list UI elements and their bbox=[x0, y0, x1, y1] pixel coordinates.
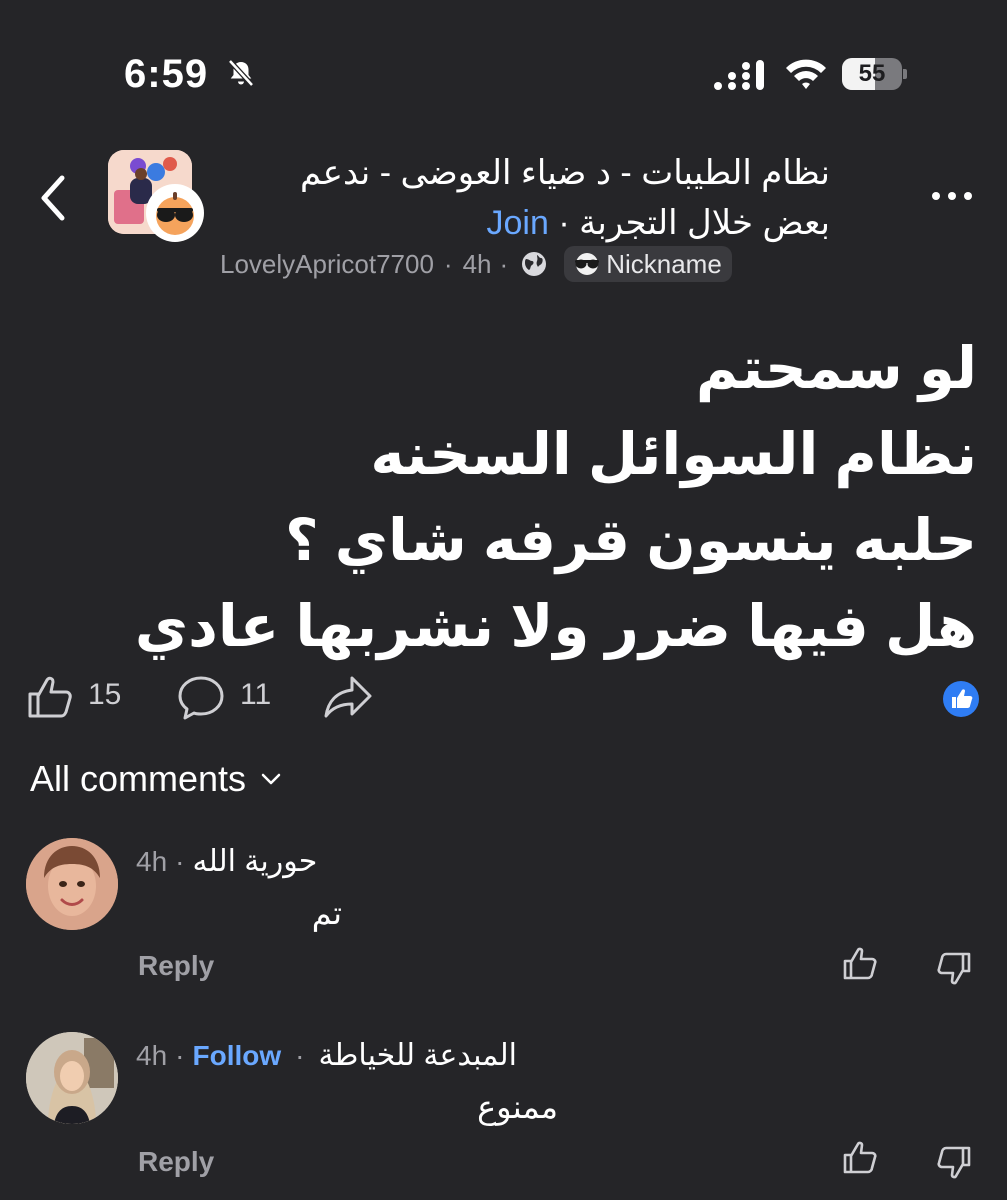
battery-level: 55 bbox=[858, 60, 886, 87]
avatar-image bbox=[26, 838, 118, 930]
comments-sort-label: All comments bbox=[30, 758, 247, 799]
comment-bubble-icon[interactable] bbox=[176, 674, 226, 722]
reply-button[interactable]: Reply bbox=[138, 1146, 214, 1178]
globe-icon bbox=[522, 252, 547, 276]
comment-time: 4h bbox=[136, 845, 168, 877]
separator-dot: · bbox=[175, 1039, 185, 1071]
nickname-chip[interactable]: Nickname bbox=[564, 246, 732, 282]
comment-author[interactable]: المبدعة للخياطة bbox=[318, 1038, 517, 1073]
post-body: لو سمحتم نظام السوائل السخنه حلبه ينسون … bbox=[37, 326, 977, 670]
post-meta: LovelyApricot7700 · 4h · Nickname bbox=[220, 246, 732, 282]
thumbs-down-icon[interactable] bbox=[934, 1144, 972, 1180]
bell-slash-icon bbox=[228, 59, 254, 87]
post-line: نظام السوائل السخنه bbox=[370, 422, 977, 487]
like-reaction-icon[interactable] bbox=[942, 680, 980, 718]
comment-count: 11 bbox=[240, 678, 272, 711]
separator-dot: · bbox=[175, 845, 185, 877]
nickname-label: Nickname bbox=[606, 248, 722, 279]
follow-button[interactable]: Follow bbox=[192, 1040, 281, 1072]
avatar-image bbox=[26, 1032, 118, 1124]
chevron-down-icon bbox=[261, 773, 281, 785]
separator-dot: · bbox=[443, 248, 453, 279]
battery-indicator: 55 bbox=[842, 58, 908, 90]
separator-dot: · bbox=[295, 1039, 305, 1071]
apricot-sunglasses-icon bbox=[149, 187, 201, 239]
join-button[interactable]: Join bbox=[487, 204, 549, 242]
post-line: حلبه ينسون قرفه شاي ؟ bbox=[285, 508, 977, 573]
reply-button[interactable]: Reply bbox=[138, 950, 214, 982]
post-time: 4h bbox=[462, 248, 492, 279]
thumbs-down-icon[interactable] bbox=[934, 950, 972, 986]
separator-dot: · bbox=[558, 204, 570, 242]
comment-text: تم bbox=[311, 895, 342, 931]
comment-time: 4h bbox=[136, 1039, 168, 1071]
avatar[interactable] bbox=[26, 838, 118, 930]
comments-sort-dropdown[interactable]: All comments bbox=[30, 758, 282, 800]
like-count: 15 bbox=[88, 678, 122, 711]
sunglasses-face-icon bbox=[575, 253, 600, 275]
wifi-icon bbox=[786, 59, 826, 89]
thumbs-up-icon[interactable] bbox=[842, 946, 880, 982]
thumbs-up-icon[interactable] bbox=[842, 1140, 880, 1176]
comment-meta: 4h · حورية الله bbox=[136, 844, 317, 879]
group-title[interactable]: نظام الطيبات - د ضياء العوضى - ندعم بعض … bbox=[210, 148, 830, 248]
post-line: هل فيها ضرر ولا نشربها عادي bbox=[134, 594, 977, 659]
post-author[interactable]: LovelyApricot7700 bbox=[220, 249, 434, 280]
comment-author[interactable]: حورية الله bbox=[192, 844, 317, 879]
user-anonymous-badge bbox=[146, 184, 204, 242]
group-title-line2-text: بعض خلال التجربة bbox=[579, 204, 830, 242]
separator-dot: · bbox=[499, 248, 509, 279]
chevron-left-icon[interactable] bbox=[32, 172, 76, 224]
group-title-line1: نظام الطيبات - د ضياء العوضى - ندعم bbox=[300, 154, 830, 192]
group-title-line2: بعض خلال التجربة · Join bbox=[210, 198, 831, 248]
share-arrow-icon[interactable] bbox=[322, 674, 374, 720]
cellular-signal-icon bbox=[714, 60, 764, 90]
post-line: لو سمحتم bbox=[695, 336, 977, 401]
comment-meta: 4h · Follow · المبدعة للخياطة bbox=[136, 1038, 517, 1073]
more-horizontal-icon[interactable] bbox=[928, 184, 976, 208]
avatar[interactable] bbox=[26, 1032, 118, 1124]
comment-text: ممنوع bbox=[477, 1089, 558, 1125]
status-time: 6:59 bbox=[124, 52, 209, 96]
thumbs-up-icon[interactable] bbox=[26, 674, 76, 720]
